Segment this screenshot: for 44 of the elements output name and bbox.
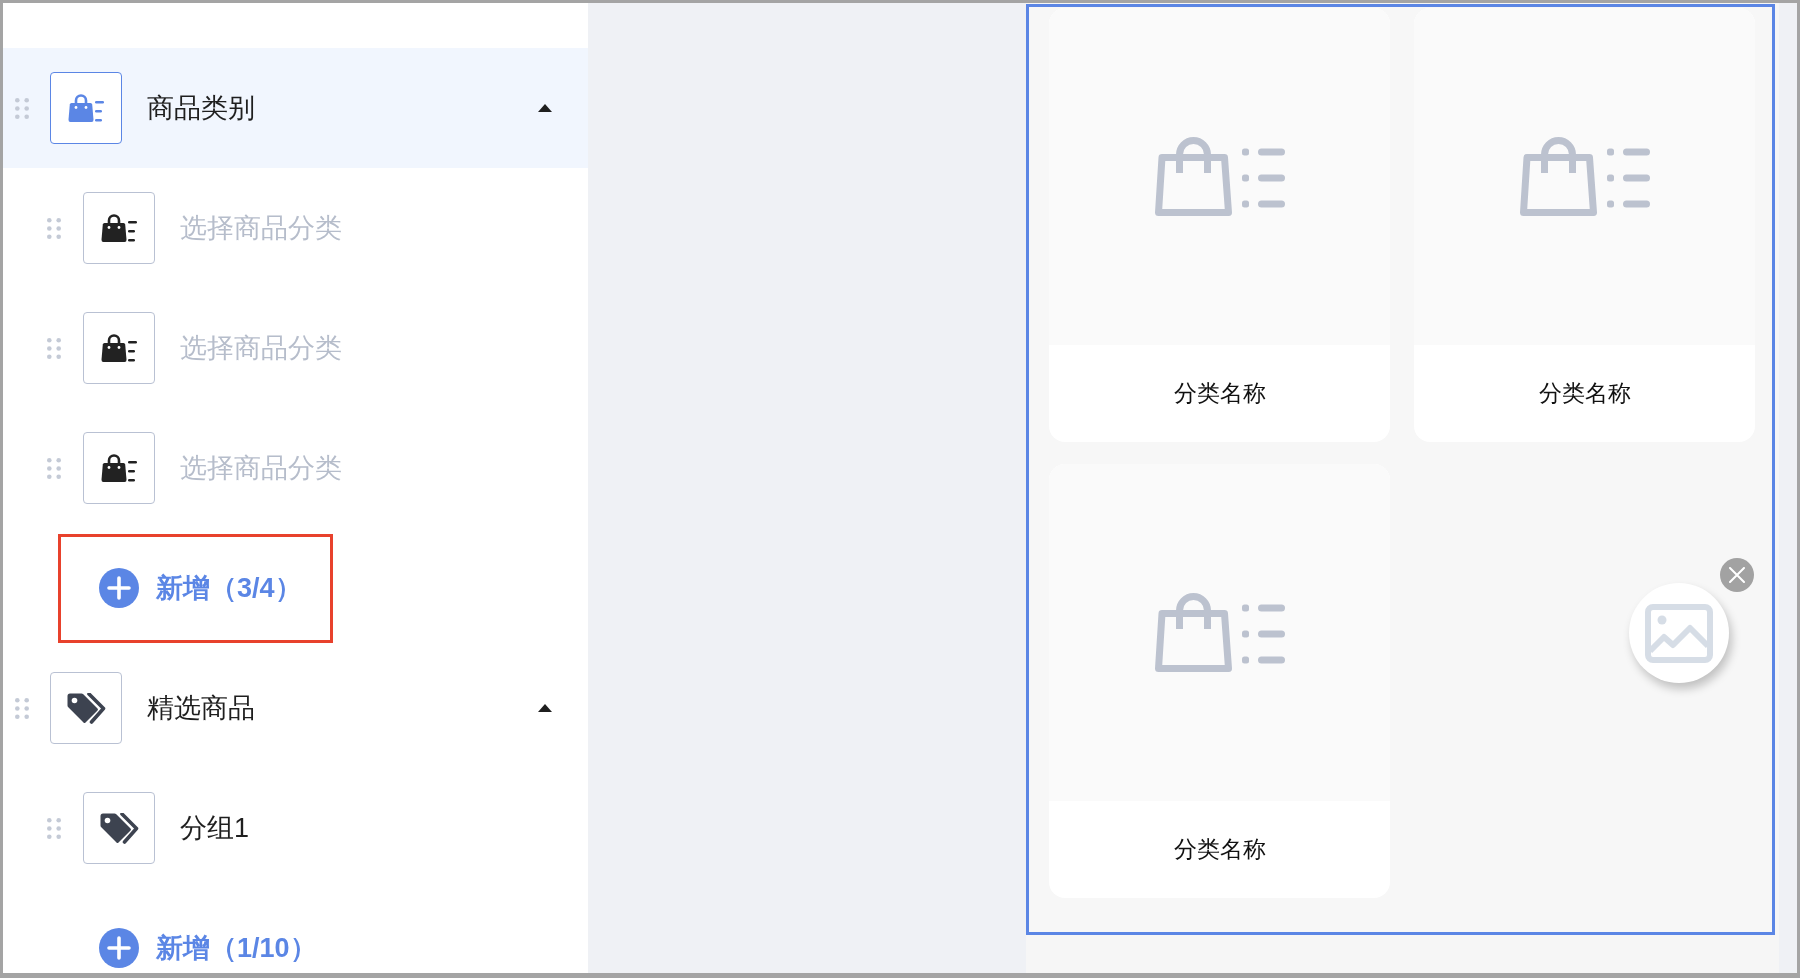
icon-picker[interactable] xyxy=(50,672,122,744)
shopping-bag-list-icon xyxy=(1154,137,1285,216)
add-button[interactable]: 新增（3/4） xyxy=(99,568,302,608)
close-icon xyxy=(1729,567,1745,583)
group-header[interactable]: 精选商品 xyxy=(3,648,588,768)
item-name: 分组1 xyxy=(180,812,250,845)
shopping-bag-list-icon xyxy=(1519,137,1650,216)
card-label: 分类名称 xyxy=(1538,379,1631,408)
plus-circle-icon xyxy=(99,568,139,608)
icon-picker[interactable] xyxy=(83,192,155,264)
shopping-bag-list-icon xyxy=(1154,593,1285,672)
placeholder-text: 选择商品分类 xyxy=(180,212,342,245)
group-title: 精选商品 xyxy=(147,692,255,725)
card-label: 分类名称 xyxy=(1173,379,1266,408)
shopping-bag-list-icon xyxy=(101,454,137,482)
add-button[interactable]: 新增（1/10） xyxy=(99,928,317,968)
preview-component[interactable]: 分类名称 分类名称 分类名称 xyxy=(1026,4,1775,935)
shopping-bag-list-icon xyxy=(101,214,137,242)
caret-icon[interactable] xyxy=(538,704,552,712)
image-icon xyxy=(1645,603,1713,663)
drag-handle-icon[interactable] xyxy=(15,97,29,119)
group-title: 商品类别 xyxy=(147,92,255,125)
tags-icon xyxy=(99,812,139,844)
category-card[interactable]: 分类名称 xyxy=(1414,8,1755,442)
drag-handle-icon[interactable] xyxy=(47,337,61,359)
icon-picker[interactable] xyxy=(83,312,155,384)
tags-icon xyxy=(66,692,106,724)
icon-picker[interactable] xyxy=(83,432,155,504)
card-label: 分类名称 xyxy=(1173,835,1266,864)
icon-picker[interactable] xyxy=(83,792,155,864)
drag-handle-icon[interactable] xyxy=(47,457,61,479)
drag-handle-icon[interactable] xyxy=(15,697,29,719)
drag-handle-icon[interactable] xyxy=(47,817,61,839)
drag-handle-icon[interactable] xyxy=(47,217,61,239)
placeholder-text: 选择商品分类 xyxy=(180,452,342,485)
category-card[interactable]: 分类名称 xyxy=(1049,8,1390,442)
shopping-bag-list-icon xyxy=(101,334,137,362)
shopping-bag-list-icon xyxy=(68,94,104,122)
plus-circle-icon xyxy=(99,928,139,968)
placeholder-text: 选择商品分类 xyxy=(180,332,342,365)
group-header[interactable]: 商品类别 xyxy=(3,48,588,168)
close-button[interactable] xyxy=(1720,558,1754,592)
category-card[interactable]: 分类名称 xyxy=(1049,464,1390,898)
caret-icon[interactable] xyxy=(538,104,552,112)
